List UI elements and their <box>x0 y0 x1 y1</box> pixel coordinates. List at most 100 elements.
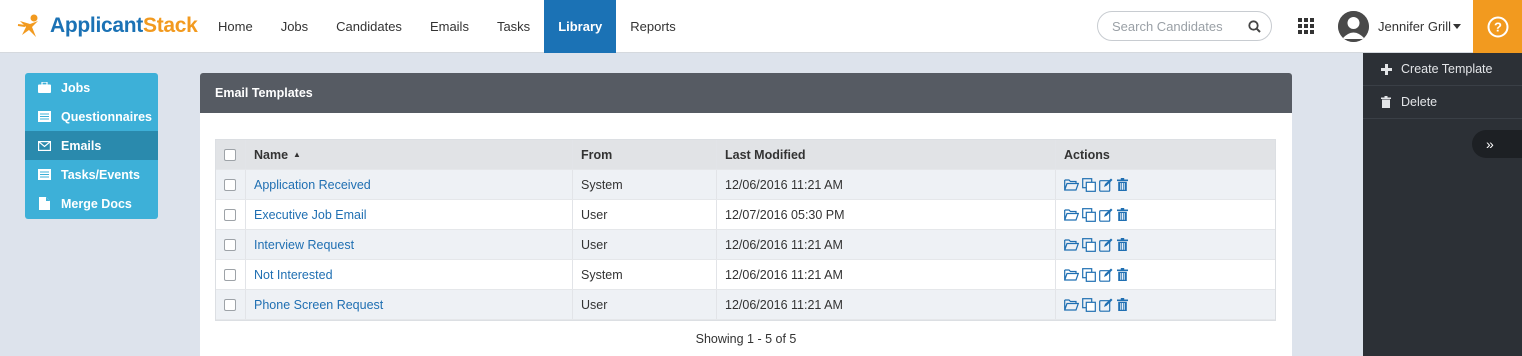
help-button[interactable]: ? <box>1473 0 1522 53</box>
row-checkbox-cell <box>216 230 246 259</box>
trash-icon[interactable] <box>1115 177 1130 192</box>
open-folder-icon[interactable] <box>1064 297 1079 312</box>
table-row: Executive Job Email User 12/07/2016 05:3… <box>216 200 1275 230</box>
row-actions <box>1064 297 1130 312</box>
row-checkbox-cell <box>216 170 246 199</box>
table-row: Interview Request User 12/06/2016 11:21 … <box>216 230 1275 260</box>
template-actions-cell <box>1056 200 1275 229</box>
template-name-link[interactable]: Application Received <box>254 178 371 192</box>
sidebar-item-tasks-events[interactable]: Tasks/Events <box>25 160 158 189</box>
delete-button[interactable]: Delete <box>1363 86 1522 119</box>
user-menu-caret-icon[interactable] <box>1453 24 1461 29</box>
column-label-name: Name <box>254 147 289 162</box>
templates-table: Name ▲ From Last Modified Actions Applic… <box>215 139 1276 321</box>
copy-icon[interactable] <box>1081 207 1096 222</box>
template-name-cell: Phone Screen Request <box>246 290 573 319</box>
trash-icon <box>1379 96 1393 108</box>
edit-icon[interactable] <box>1098 297 1113 312</box>
edit-icon[interactable] <box>1098 207 1113 222</box>
column-header-last-modified[interactable]: Last Modified <box>717 140 1056 169</box>
template-from-value: System <box>581 177 623 192</box>
template-modified-value: 12/06/2016 11:21 AM <box>725 267 843 282</box>
search-input[interactable] <box>1112 18 1248 34</box>
template-modified-value: 12/06/2016 11:21 AM <box>725 297 843 312</box>
template-modified-cell: 12/06/2016 11:21 AM <box>717 260 1056 289</box>
trash-icon[interactable] <box>1115 207 1130 222</box>
nav-candidates[interactable]: Candidates <box>322 0 416 53</box>
create-template-button[interactable]: Create Template <box>1363 53 1522 86</box>
sidebar-item-label: Jobs <box>61 80 91 95</box>
envelope-icon <box>37 139 51 153</box>
sort-ascending-icon: ▲ <box>293 150 301 159</box>
template-from-value: User <box>581 237 608 252</box>
select-all-checkbox[interactable] <box>224 148 236 161</box>
template-from-cell: System <box>573 170 717 199</box>
row-checkbox-cell <box>216 290 246 319</box>
avatar[interactable] <box>1338 11 1369 42</box>
nav-emails[interactable]: Emails <box>416 0 483 53</box>
app-logo[interactable]: ApplicantStack <box>16 10 198 42</box>
top-navbar: ApplicantStack Home Jobs Candidates Emai… <box>0 0 1522 53</box>
sidebar-item-questionnaires[interactable]: Questionnaires <box>25 102 158 131</box>
trash-icon[interactable] <box>1115 267 1130 282</box>
template-name-link[interactable]: Executive Job Email <box>254 208 367 222</box>
copy-icon[interactable] <box>1081 267 1096 282</box>
nav-tasks[interactable]: Tasks <box>483 0 544 53</box>
plus-icon <box>1379 63 1393 75</box>
apps-grid-icon[interactable] <box>1298 18 1314 34</box>
template-actions-cell <box>1056 260 1275 289</box>
column-label-actions: Actions <box>1064 147 1110 162</box>
nav-jobs[interactable]: Jobs <box>267 0 322 53</box>
header-checkbox-cell <box>216 140 246 169</box>
row-checkbox[interactable] <box>224 268 236 281</box>
template-name-link[interactable]: Interview Request <box>254 238 354 252</box>
open-folder-icon[interactable] <box>1064 207 1079 222</box>
trash-icon[interactable] <box>1115 297 1130 312</box>
edit-icon[interactable] <box>1098 177 1113 192</box>
template-modified-cell: 12/06/2016 11:21 AM <box>717 230 1056 259</box>
row-checkbox[interactable] <box>224 298 236 311</box>
template-name-link[interactable]: Phone Screen Request <box>254 298 383 312</box>
search-icon[interactable] <box>1248 19 1261 33</box>
row-actions <box>1064 207 1130 222</box>
column-header-name[interactable]: Name ▲ <box>246 140 573 169</box>
template-name-cell: Executive Job Email <box>246 200 573 229</box>
template-name-link[interactable]: Not Interested <box>254 268 333 282</box>
logo-text-applicant: Applicant <box>50 14 143 37</box>
copy-icon[interactable] <box>1081 237 1096 252</box>
row-checkbox[interactable] <box>224 208 236 221</box>
template-from-cell: System <box>573 260 717 289</box>
template-from-value: User <box>581 207 608 222</box>
sidebar-item-label: Emails <box>61 138 102 153</box>
template-modified-cell: 12/06/2016 11:21 AM <box>717 170 1056 199</box>
row-actions <box>1064 267 1130 282</box>
sidebar-item-label: Tasks/Events <box>61 167 140 182</box>
help-question-icon: ? <box>1487 16 1508 37</box>
logo-text: ApplicantStack <box>50 14 198 38</box>
template-actions-cell <box>1056 170 1275 199</box>
template-modified-cell: 12/06/2016 11:21 AM <box>717 290 1056 319</box>
row-actions <box>1064 177 1130 192</box>
template-modified-value: 12/07/2016 05:30 PM <box>725 207 845 222</box>
user-name[interactable]: Jennifer Grill <box>1378 19 1451 34</box>
row-checkbox[interactable] <box>224 238 236 251</box>
trash-icon[interactable] <box>1115 237 1130 252</box>
sidebar-item-merge-docs[interactable]: Merge Docs <box>25 189 158 218</box>
copy-icon[interactable] <box>1081 297 1096 312</box>
nav-reports[interactable]: Reports <box>616 0 690 53</box>
sidebar-item-emails[interactable]: Emails <box>25 131 158 160</box>
sidebar-item-jobs[interactable]: Jobs <box>25 73 158 102</box>
row-checkbox[interactable] <box>224 178 236 191</box>
open-folder-icon[interactable] <box>1064 237 1079 252</box>
collapse-panel-button[interactable]: » <box>1472 130 1522 158</box>
column-header-actions: Actions <box>1056 140 1275 169</box>
template-name-cell: Interview Request <box>246 230 573 259</box>
copy-icon[interactable] <box>1081 177 1096 192</box>
nav-library[interactable]: Library <box>544 0 617 53</box>
open-folder-icon[interactable] <box>1064 177 1079 192</box>
column-header-from[interactable]: From <box>573 140 717 169</box>
edit-icon[interactable] <box>1098 267 1113 282</box>
edit-icon[interactable] <box>1098 237 1113 252</box>
open-folder-icon[interactable] <box>1064 267 1079 282</box>
nav-home[interactable]: Home <box>204 0 267 53</box>
